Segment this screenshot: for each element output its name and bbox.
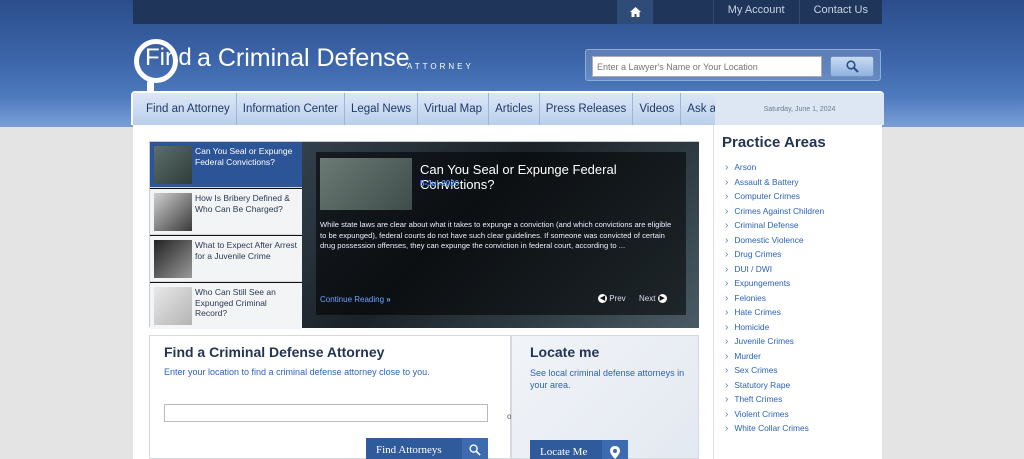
nav-virtual-map[interactable]: Virtual Map [418,93,490,125]
nav-articles[interactable]: Articles [489,93,540,125]
continue-reading-link[interactable]: Continue Reading » [320,295,391,304]
featured-thumb[interactable]: Who Can Still See an Expunged Criminal R… [150,283,302,329]
thumb-title: Who Can Still See an Expunged Criminal R… [195,287,276,318]
find-attorney-panel: Find a Criminal Defense Attorney Enter y… [149,335,514,459]
logo-main-text: a Criminal Defense [197,44,410,72]
logo-find-text: Find [145,44,192,71]
slide-date: 5-Jul-2020 [420,179,460,188]
main-content: Can You Seal or Expunge Federal Convicti… [133,125,713,459]
practice-area-link[interactable]: Assault & Battery [725,175,824,190]
map-pin-icon [602,440,628,459]
my-account-link[interactable]: My Account [712,0,799,24]
next-label: Next [639,294,656,303]
next-arrow-icon: ▶ [657,294,667,304]
practice-area-link[interactable]: Arson [725,160,824,175]
find-attorneys-button[interactable]: Find Attorneys [366,438,488,459]
practice-area-link[interactable]: Computer Crimes [725,189,824,204]
nav-items: Find an Attorney Information Center Lega… [133,93,775,125]
practice-area-link[interactable]: Hate Crimes [725,305,824,320]
locate-me-title: Locate me [530,344,600,360]
practice-area-link[interactable]: Felonies [725,291,824,306]
nav-information-center[interactable]: Information Center [237,93,345,125]
slide-image[interactable] [320,158,412,210]
thumb-image [154,287,192,325]
featured-thumb[interactable]: How Is Bribery Defined & Who Can Be Char… [150,189,302,235]
practice-areas-title: Practice Areas [722,134,826,151]
thumb-image [154,240,192,278]
practice-area-link[interactable]: Sex Crimes [725,363,824,378]
continue-reading-label: Continue Reading [320,295,385,304]
prev-label: Prev [609,294,626,303]
practice-area-link[interactable]: Crimes Against Children [725,204,824,219]
site-container: My Account Contact Us Find a Criminal De… [131,0,885,459]
featured-thumb[interactable]: Can You Seal or Expunge Federal Convicti… [150,142,308,188]
thumb-title: Can You Seal or Expunge Federal Convicti… [195,146,293,167]
find-attorneys-label: Find Attorneys [376,444,442,456]
lawyer-search-input[interactable] [592,56,822,77]
practice-area-link[interactable]: Homicide [725,320,824,335]
practice-area-link[interactable]: White Collar Crimes [725,421,824,436]
nav-legal-news[interactable]: Legal News [345,93,419,125]
thumb-image [154,193,192,231]
thumb-image [154,146,192,184]
featured-articles: Can You Seal or Expunge Federal Convicti… [149,141,699,329]
practice-area-link[interactable]: Murder [725,349,824,364]
location-input[interactable] [164,404,488,422]
find-attorney-description: Enter your location to find a criminal d… [164,367,430,377]
find-attorney-title: Find a Criminal Defense Attorney [164,344,385,360]
top-bar: My Account Contact Us [133,0,882,24]
search-icon [845,60,859,73]
lawyer-search [585,49,881,81]
practice-area-link[interactable]: Drug Crimes [725,247,824,262]
practice-area-link[interactable]: Expungements [725,276,824,291]
nav-find-an-attorney[interactable]: Find an Attorney [133,93,237,125]
main-nav: Find an Attorney Information Center Lega… [131,91,884,125]
prev-arrow-icon: ◀ [598,294,607,304]
slide-excerpt: While state laws are clear about what it… [320,220,672,250]
chevron-right-icon: » [386,295,391,304]
practice-area-link[interactable]: Criminal Defense [725,218,824,233]
next-button[interactable]: Next ▶ [639,294,667,304]
home-icon [629,7,641,17]
thumb-title: How Is Bribery Defined & Who Can Be Char… [195,193,290,214]
home-button[interactable] [617,0,653,24]
locate-me-label: Locate Me [540,446,588,458]
featured-thumb-list: Can You Seal or Expunge Federal Convicti… [150,142,308,329]
thumb-title: What to Expect After Arrest for a Juveni… [195,240,298,261]
top-links: My Account Contact Us [712,0,882,24]
current-date: Saturday, June 1, 2024 [715,93,884,125]
practice-area-link[interactable]: Violent Crimes [725,407,824,422]
featured-thumb[interactable]: What to Expect After Arrest for a Juveni… [150,236,302,282]
practice-areas-sidebar: Practice Areas Arson Assault & Battery C… [713,125,882,459]
search-button[interactable] [830,56,874,77]
practice-area-link[interactable]: Statutory Rape [725,378,824,393]
practice-areas-list: Arson Assault & Battery Computer Crimes … [725,160,824,436]
locate-me-button[interactable]: Locate Me [530,440,628,459]
practice-area-link[interactable]: Juvenile Crimes [725,334,824,349]
practice-area-link[interactable]: Theft Crimes [725,392,824,407]
locate-me-panel: Locate me See local criminal defense att… [511,335,699,459]
search-icon [462,438,488,459]
practice-area-link[interactable]: DUI / DWI [725,262,824,277]
featured-slide: Can You Seal or Expunge Federal Convicti… [302,142,699,328]
contact-us-link[interactable]: Contact Us [798,0,882,24]
nav-press-releases[interactable]: Press Releases [540,93,634,125]
prev-button[interactable]: ◀ Prev [598,294,626,304]
site-logo[interactable]: Find a Criminal Defense ATTORNEY [133,38,513,95]
locate-me-description: See local criminal defense attorneys in … [530,368,685,390]
nav-videos[interactable]: Videos [633,93,682,125]
practice-area-link[interactable]: Domestic Violence [725,233,824,248]
logo-subtext: ATTORNEY [407,62,474,71]
